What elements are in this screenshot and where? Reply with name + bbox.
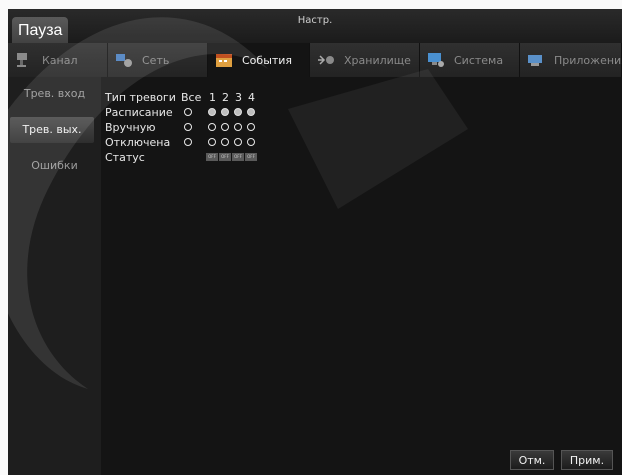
cancel-button[interactable]: Отм. [510, 450, 554, 470]
tab-label: Канал [42, 53, 78, 67]
radio-schedule-ch1[interactable] [208, 108, 216, 116]
row-label: Расписание [105, 106, 173, 119]
computer-icon [426, 51, 446, 69]
title-bar: Пауза Настр. [8, 9, 622, 47]
tab-storage[interactable]: Хранилище [310, 43, 420, 77]
radio-manual-ch1[interactable] [208, 123, 216, 131]
radio-manual-all[interactable] [184, 123, 192, 131]
radio-schedule-ch3[interactable] [234, 108, 242, 116]
tab-channel[interactable]: Канал [8, 43, 108, 77]
calendar-icon [214, 51, 234, 69]
radio-manual-ch3[interactable] [234, 123, 242, 131]
radio-disabled-ch2[interactable] [221, 138, 229, 146]
status-ch4: OFF [245, 153, 257, 161]
tab-system[interactable]: Система [420, 43, 520, 77]
radio-manual-ch2[interactable] [221, 123, 229, 131]
settings-window: Пауза Настр. Канал Сеть События Хранилищ… [8, 9, 622, 475]
row-label: Вручную [105, 121, 156, 134]
channel-4-label: 4 [248, 91, 255, 104]
apply-button[interactable]: Прим. [561, 450, 613, 470]
channel-1-label: 1 [209, 91, 216, 104]
channel-2-label: 2 [222, 91, 229, 104]
status-ch1: OFF [206, 153, 218, 161]
tab-events[interactable]: События [208, 43, 310, 77]
sidebar-item-alarm-in[interactable]: Трев. вход [8, 81, 101, 107]
network-icon [114, 51, 134, 69]
radio-disabled-all[interactable] [184, 138, 192, 146]
tab-label: Сеть [142, 53, 170, 67]
channel-3-label: 3 [235, 91, 242, 104]
tab-network[interactable]: Сеть [108, 43, 208, 77]
tab-label: Система [454, 53, 504, 67]
sidebar: Трев. вход Трев. вых. Ошибки [8, 77, 101, 475]
camera-icon [14, 51, 34, 69]
radio-disabled-ch3[interactable] [234, 138, 242, 146]
tab-label: Хранилище [344, 53, 411, 67]
tab-apps[interactable]: Приложения [520, 43, 622, 77]
sidebar-item-alarm-out[interactable]: Трев. вых. [10, 117, 94, 143]
main-tab-bar: Канал Сеть События Хранилище Система При… [8, 43, 622, 77]
all-column-label: Все [181, 91, 202, 104]
radio-schedule-ch2[interactable] [221, 108, 229, 116]
status-ch2: OFF [219, 153, 231, 161]
tab-label: Приложения [554, 53, 622, 67]
apps-icon [526, 51, 546, 69]
radio-disabled-ch4[interactable] [247, 138, 255, 146]
status-label: Статус [105, 151, 145, 164]
radio-schedule-ch4[interactable] [247, 108, 255, 116]
status-ch3: OFF [232, 153, 244, 161]
alarm-type-label: Тип тревоги [105, 91, 176, 104]
window-title: Настр. [297, 15, 333, 26]
row-label: Отключена [105, 136, 171, 149]
sidebar-item-errors[interactable]: Ошибки [8, 153, 101, 179]
radio-schedule-all[interactable] [184, 108, 192, 116]
radio-manual-ch4[interactable] [247, 123, 255, 131]
radio-disabled-ch1[interactable] [208, 138, 216, 146]
storage-icon [316, 51, 336, 69]
tab-label: События [242, 53, 293, 67]
